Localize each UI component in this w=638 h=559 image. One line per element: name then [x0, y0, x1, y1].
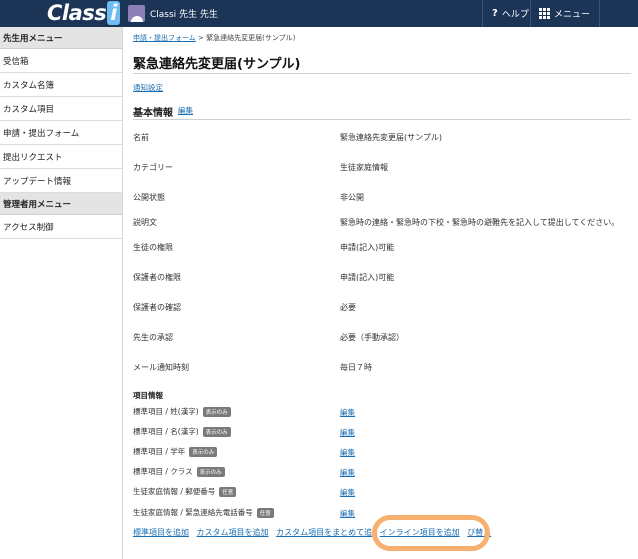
field-label: 保護者の権限: [133, 273, 181, 282]
field-value: 毎日７時: [340, 363, 372, 372]
menu-button[interactable]: メニュー: [530, 0, 600, 27]
title-divider: [133, 73, 631, 74]
status-badge: 表示のみ: [202, 426, 231, 437]
logo-text: Class: [47, 1, 107, 25]
item-edit-link[interactable]: 編集: [340, 467, 355, 478]
add-custom-bulk-link[interactable]: カスタム項目をまとめて追: [276, 528, 372, 537]
status-badge: 表示のみ: [196, 466, 225, 477]
item-label: 生徒家庭情報 / 郵便番号: [133, 487, 216, 496]
item-row: 標準項目 / 名(漢字) 表示のみ 編集: [133, 426, 633, 440]
field-label: 生徒の権限: [133, 243, 173, 252]
item-edit-link[interactable]: 編集: [340, 487, 355, 498]
sidebar-heading-admin: 管理者用メニュー: [0, 193, 122, 215]
status-badge: 任意: [219, 486, 237, 497]
field-label: 公開状態: [133, 193, 165, 202]
info-row-guardian-permission: 保護者の権限 申請(記入)可能: [133, 272, 633, 286]
logo-accent: i: [107, 1, 120, 25]
sidebar-item-forms[interactable]: 申請・提出フォーム: [0, 121, 122, 145]
sidebar: 先生用メニュー 受信箱 カスタム名簿 カスタム項目 申請・提出フォーム 提出リク…: [0, 27, 123, 559]
item-edit-link[interactable]: 編集: [340, 447, 355, 458]
grid-menu-icon: [539, 8, 550, 19]
user-name: Classi 先生 先生: [150, 10, 218, 20]
basic-info-heading: 基本情報: [133, 108, 173, 119]
field-label: 説明文: [133, 218, 157, 227]
item-row: 標準項目 / クラス 表示のみ 編集: [133, 466, 633, 480]
field-value: 必要（手動承認）: [340, 333, 404, 342]
top-bar: Class i Classi 先生 先生 ? ヘルプ メニュー: [0, 0, 638, 27]
item-row: 生徒家庭情報 / 郵便番号 任意 編集: [133, 486, 633, 500]
info-row-category: カテゴリー 生徒家庭情報: [133, 162, 633, 176]
field-label: メール通知時刻: [133, 363, 189, 372]
help-label: ヘルプ: [501, 10, 529, 20]
field-value: 申請(記入)可能: [340, 273, 395, 282]
sidebar-item-custom-roster[interactable]: カスタム名簿: [0, 73, 122, 97]
info-row-description: 説明文 緊急時の連絡・緊急時の下校・緊急時の避難先を記入して提出してください。: [133, 217, 633, 231]
help-button[interactable]: ? ヘルプ: [482, 0, 530, 27]
field-label: 先生の承認: [133, 333, 173, 342]
status-badge: 表示のみ: [202, 406, 231, 417]
field-value: 必要: [340, 303, 356, 312]
breadcrumb-current: 緊急連絡先変更届(サンプル): [206, 34, 296, 42]
breadcrumb-link-forms[interactable]: 申請・提出フォーム: [133, 34, 196, 42]
question-icon: ?: [492, 8, 498, 19]
item-edit-link[interactable]: 編集: [340, 407, 355, 418]
section-divider: [133, 119, 631, 120]
page-title: 緊急連絡先変更届(サンプル): [133, 57, 301, 72]
field-value: 非公開: [340, 193, 364, 202]
user-menu[interactable]: Classi 先生 先生: [123, 0, 218, 27]
info-row-student-permission: 生徒の権限 申請(記入)可能: [133, 242, 633, 256]
breadcrumb: 申請・提出フォーム > 緊急連絡先変更届(サンプル): [133, 33, 295, 43]
highlight-ring: [372, 515, 490, 551]
field-label: 保護者の確認: [133, 303, 181, 312]
items-heading: 項目情報: [133, 391, 163, 400]
breadcrumb-separator: >: [195, 34, 207, 42]
item-row: 標準項目 / 学年 表示のみ 編集: [133, 446, 633, 460]
main-content: 申請・提出フォーム > 緊急連絡先変更届(サンプル) 緊急連絡先変更届(サンプル…: [123, 27, 638, 559]
item-label: 標準項目 / クラス: [133, 467, 193, 476]
sidebar-item-submission-requests[interactable]: 提出リクエスト: [0, 145, 122, 169]
info-row-guardian-confirmation: 保護者の確認 必要: [133, 302, 633, 316]
field-value: 緊急連絡先変更届(サンプル): [340, 133, 443, 142]
field-label: カテゴリー: [133, 163, 173, 172]
field-value: 緊急時の連絡・緊急時の下校・緊急時の避難先を記入して提出してください。: [340, 218, 620, 227]
item-label: 標準項目 / 学年: [133, 447, 186, 456]
item-edit-link[interactable]: 編集: [340, 508, 355, 519]
sidebar-item-access-control[interactable]: アクセス制御: [0, 215, 122, 239]
menu-label: メニュー: [554, 10, 591, 20]
classi-logo[interactable]: Class i: [47, 1, 120, 25]
sidebar-item-updates[interactable]: アップデート情報: [0, 169, 122, 193]
item-edit-link[interactable]: 編集: [340, 427, 355, 438]
add-standard-item-link[interactable]: 標準項目を追加: [133, 528, 189, 537]
basic-info-edit-link[interactable]: 編集: [178, 105, 193, 116]
field-label: 名前: [133, 133, 149, 142]
item-row: 標準項目 / 姓(漢字) 表示のみ 編集: [133, 406, 633, 420]
field-value: 生徒家庭情報: [340, 163, 388, 172]
avatar-icon: [128, 5, 145, 22]
sidebar-item-inbox[interactable]: 受信箱: [0, 49, 122, 73]
field-value: 申請(記入)可能: [340, 243, 395, 252]
item-label: 標準項目 / 名(漢字): [133, 427, 199, 436]
item-label: 標準項目 / 姓(漢字): [133, 407, 199, 416]
item-label: 生徒家庭情報 / 緊急連絡先電話番号: [133, 508, 253, 517]
status-badge: 任意: [256, 507, 274, 518]
add-custom-item-link[interactable]: カスタム項目を追加: [197, 528, 269, 537]
sidebar-heading-teacher: 先生用メニュー: [0, 27, 122, 49]
info-row-mail-time: メール通知時刻 毎日７時: [133, 362, 633, 376]
info-row-visibility: 公開状態 非公開: [133, 192, 633, 206]
info-row-name: 名前 緊急連絡先変更届(サンプル): [133, 132, 633, 146]
status-badge: 表示のみ: [189, 446, 218, 457]
info-row-teacher-approval: 先生の承認 必要（手動承認）: [133, 332, 633, 346]
logo-area[interactable]: Class i: [0, 0, 123, 27]
sidebar-item-custom-fields[interactable]: カスタム項目: [0, 97, 122, 121]
notification-settings-link[interactable]: 通知設定: [133, 82, 163, 93]
